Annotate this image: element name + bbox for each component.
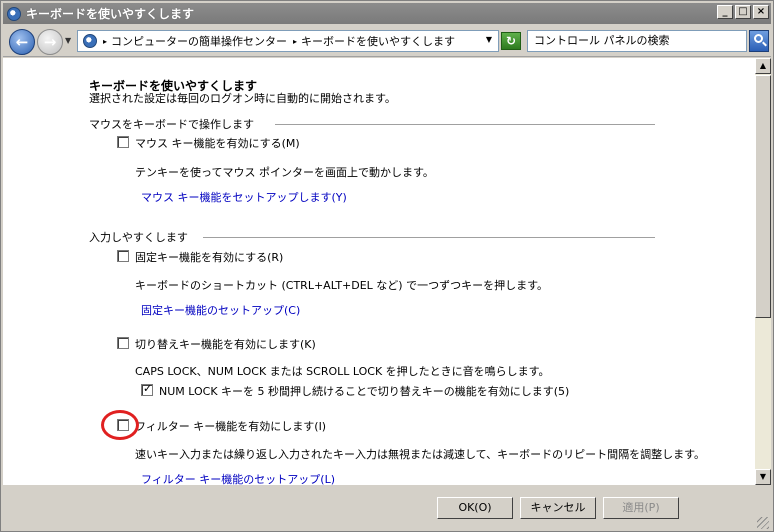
- scroll-down-icon[interactable]: ▼: [755, 469, 771, 485]
- control-panel-icon: [83, 34, 97, 48]
- ok-button[interactable]: OK(O): [437, 497, 513, 519]
- breadcrumb[interactable]: ▸ コンピューターの簡単操作センター ▸ キーボードを使いやすくします ▼: [77, 30, 499, 52]
- highlight-annotation-circle: [101, 410, 139, 440]
- apply-button[interactable]: 適用(P): [603, 497, 679, 519]
- window-controls: _ □ ×: [717, 5, 769, 19]
- ease-of-access-icon: [7, 6, 21, 21]
- section-title-mouse: マウスをキーボードで操作します: [89, 118, 254, 131]
- window-title: キーボードを使いやすくします: [26, 7, 195, 21]
- filter-keys-description: 速いキー入力または繰り返し入力されたキー入力は無視または減速して、キーボードのリ…: [135, 448, 706, 461]
- mouse-keys-label[interactable]: マウス キー機能を有効にする(M): [135, 135, 300, 151]
- search-input[interactable]: コントロール パネルの検索: [527, 30, 747, 52]
- history-dropdown-icon[interactable]: ▼: [65, 36, 71, 45]
- resize-grip-icon[interactable]: [757, 517, 769, 529]
- app-window: キーボードを使いやすくします _ □ × ← → ▼ ▸ コンピューターの簡単操…: [0, 0, 774, 532]
- scroll-thumb[interactable]: [755, 75, 771, 318]
- refresh-icon[interactable]: ↻: [501, 32, 521, 50]
- toggle-keys-label[interactable]: 切り替えキー機能を有効にします(K): [135, 336, 316, 352]
- breadcrumb-separator-icon[interactable]: ▸: [293, 37, 297, 46]
- close-button[interactable]: ×: [753, 5, 769, 19]
- sticky-keys-description: キーボードのショートカット (CTRL+ALT+DEL など) で一つずつキーを…: [135, 279, 548, 292]
- section-divider: [275, 124, 655, 125]
- breadcrumb-item-ease-of-access[interactable]: コンピューターの簡単操作センター: [111, 33, 287, 49]
- numlock-toggle-checkbox[interactable]: [141, 382, 153, 396]
- scroll-up-icon[interactable]: ▲: [755, 58, 771, 74]
- forward-arrow-icon[interactable]: →: [37, 29, 63, 55]
- filter-keys-label[interactable]: フィルター キー機能を有効にします(I): [135, 418, 326, 434]
- sticky-keys-setup-link[interactable]: 固定キー機能のセットアップ(C): [141, 302, 300, 318]
- address-dropdown-icon[interactable]: ▼: [486, 35, 492, 44]
- title-bar: キーボードを使いやすくします _ □ ×: [3, 3, 771, 24]
- mouse-keys-checkbox[interactable]: [117, 136, 129, 148]
- page-subtitle: 選択された設定は毎回のログオン時に自動的に開始されます。: [89, 92, 396, 105]
- toggle-keys-checkbox[interactable]: [117, 337, 129, 349]
- cancel-button[interactable]: キャンセル: [520, 497, 596, 519]
- back-arrow-icon[interactable]: ←: [9, 29, 35, 55]
- search-icon[interactable]: [749, 30, 769, 52]
- numlock-toggle-label[interactable]: NUM LOCK キーを 5 秒間押し続けることで切り替えキーの機能を有効にしま…: [159, 383, 569, 399]
- address-bar: ← → ▼ ▸ コンピューターの簡単操作センター ▸ キーボードを使いやすくしま…: [3, 25, 771, 57]
- mouse-keys-setup-link[interactable]: マウス キー機能をセットアップします(Y): [141, 189, 347, 205]
- mouse-keys-description: テンキーを使ってマウス ポインターを画面上で動かします。: [135, 166, 434, 179]
- filter-keys-setup-link[interactable]: フィルター キー機能のセットアップ(L): [141, 471, 335, 485]
- maximize-button[interactable]: □: [735, 5, 751, 19]
- toggle-keys-description: CAPS LOCK、NUM LOCK または SCROLL LOCK を押したと…: [135, 365, 550, 378]
- section-divider: [203, 237, 655, 238]
- breadcrumb-item-keyboard[interactable]: キーボードを使いやすくします: [301, 33, 455, 49]
- breadcrumb-separator-icon[interactable]: ▸: [103, 37, 107, 46]
- vertical-scrollbar[interactable]: ▲ ▼: [755, 58, 771, 485]
- sticky-keys-label[interactable]: 固定キー機能を有効にする(R): [135, 249, 283, 265]
- minimize-button[interactable]: _: [717, 5, 733, 19]
- footer-buttons: OK(O) キャンセル 適用(P): [3, 485, 771, 531]
- section-title-typing: 入力しやすくします: [89, 231, 188, 244]
- sticky-keys-checkbox[interactable]: [117, 250, 129, 262]
